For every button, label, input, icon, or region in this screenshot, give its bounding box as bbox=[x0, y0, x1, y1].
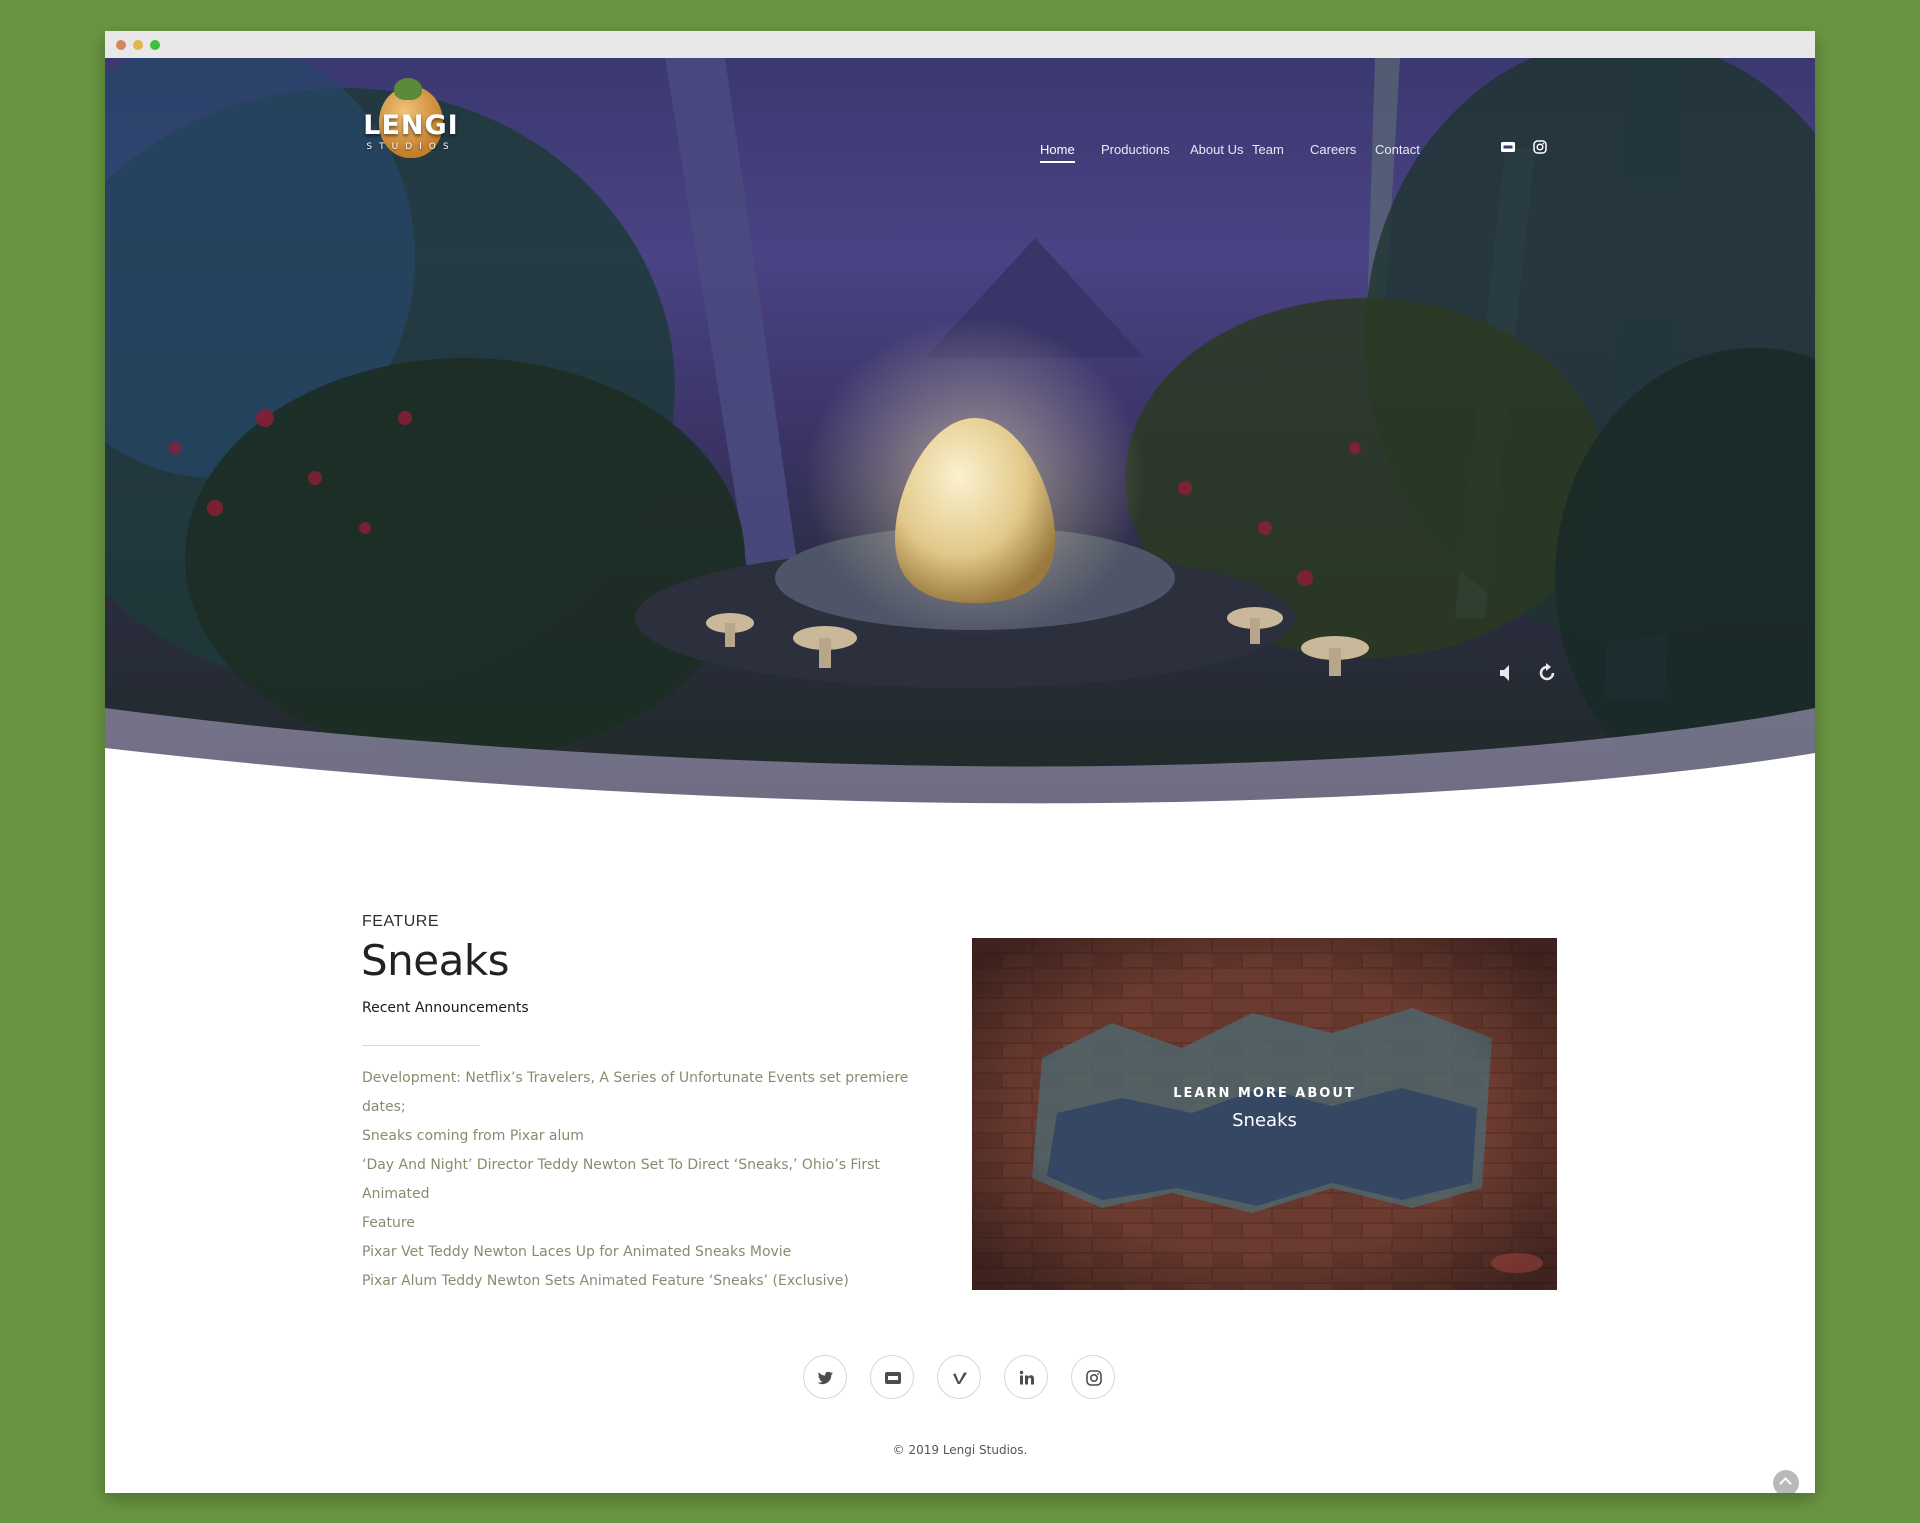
announcement-link[interactable]: Pixar Vet Teddy Newton Laces Up for Anim… bbox=[362, 1238, 942, 1267]
nav-item-about-us[interactable]: About Us bbox=[1190, 142, 1243, 157]
minimize-window-button[interactable] bbox=[133, 40, 143, 50]
announcement-link[interactable]: Feature bbox=[362, 1209, 942, 1238]
hero-video: LENGI STUDIOS Home Productions About Us … bbox=[105, 58, 1815, 850]
replay-icon[interactable] bbox=[1536, 662, 1558, 684]
learn-more-label: LEARN MORE ABOUT bbox=[1173, 1086, 1356, 1101]
feature-label: FEATURE bbox=[362, 913, 439, 930]
chevron-up-icon bbox=[1779, 1477, 1792, 1490]
maximize-window-button[interactable] bbox=[150, 40, 160, 50]
sneaks-feature-card[interactable]: LEARN MORE ABOUT Sneaks bbox=[972, 938, 1557, 1290]
browser-titlebar bbox=[105, 31, 1815, 59]
browser-window: LENGI STUDIOS Home Productions About Us … bbox=[105, 31, 1815, 1493]
lengi-studios-logo[interactable]: LENGI STUDIOS bbox=[361, 78, 461, 160]
announcement-link[interactable]: Pixar Alum Teddy Newton Sets Animated Fe… bbox=[362, 1267, 942, 1296]
back-to-top-button[interactable] bbox=[1773, 1470, 1799, 1493]
copyright-text: © 2019 Lengi Studios. bbox=[892, 1443, 1028, 1457]
twitter-icon bbox=[817, 1371, 833, 1385]
card-title: Sneaks bbox=[1232, 1110, 1297, 1131]
hero-scene-image bbox=[105, 58, 1815, 850]
feature-title: Sneaks bbox=[361, 936, 510, 985]
imdb-icon bbox=[885, 1372, 901, 1384]
logo-subtext: STUDIOS bbox=[366, 142, 456, 152]
logo-gecko-icon bbox=[394, 78, 422, 100]
close-window-button[interactable] bbox=[116, 40, 126, 50]
nav-item-productions[interactable]: Productions bbox=[1101, 142, 1170, 157]
instagram-link[interactable] bbox=[1071, 1355, 1115, 1399]
feature-section: FEATURE Sneaks Recent Announcements Deve… bbox=[105, 850, 1815, 1493]
announcement-link[interactable]: Development: Netflix’s Travelers, A Seri… bbox=[362, 1064, 942, 1122]
linkedin-icon bbox=[1019, 1370, 1034, 1385]
nav-item-home[interactable]: Home bbox=[1040, 142, 1075, 163]
nav-item-contact[interactable]: Contact bbox=[1375, 142, 1420, 157]
mute-icon[interactable] bbox=[1497, 662, 1519, 684]
announcement-link[interactable]: Sneaks coming from Pixar alum bbox=[362, 1122, 942, 1151]
nav-item-careers[interactable]: Careers bbox=[1310, 142, 1356, 157]
nav-item-team[interactable]: Team bbox=[1252, 142, 1284, 157]
announcement-link[interactable]: ‘Day And Night’ Director Teddy Newton Se… bbox=[362, 1151, 942, 1209]
instagram-icon[interactable] bbox=[1533, 140, 1547, 154]
logo-wordmark: LENGI bbox=[363, 110, 459, 141]
linkedin-link[interactable] bbox=[1004, 1355, 1048, 1399]
divider bbox=[362, 1045, 480, 1046]
twitter-link[interactable] bbox=[803, 1355, 847, 1399]
vimeo-icon bbox=[953, 1372, 967, 1384]
recent-announcements-heading: Recent Announcements bbox=[362, 1000, 529, 1016]
imdb-icon[interactable] bbox=[1501, 140, 1515, 154]
vimeo-link[interactable] bbox=[937, 1355, 981, 1399]
instagram-icon bbox=[1086, 1370, 1102, 1386]
announcement-list: Development: Netflix’s Travelers, A Seri… bbox=[362, 1064, 942, 1296]
imdb-link[interactable] bbox=[870, 1355, 914, 1399]
